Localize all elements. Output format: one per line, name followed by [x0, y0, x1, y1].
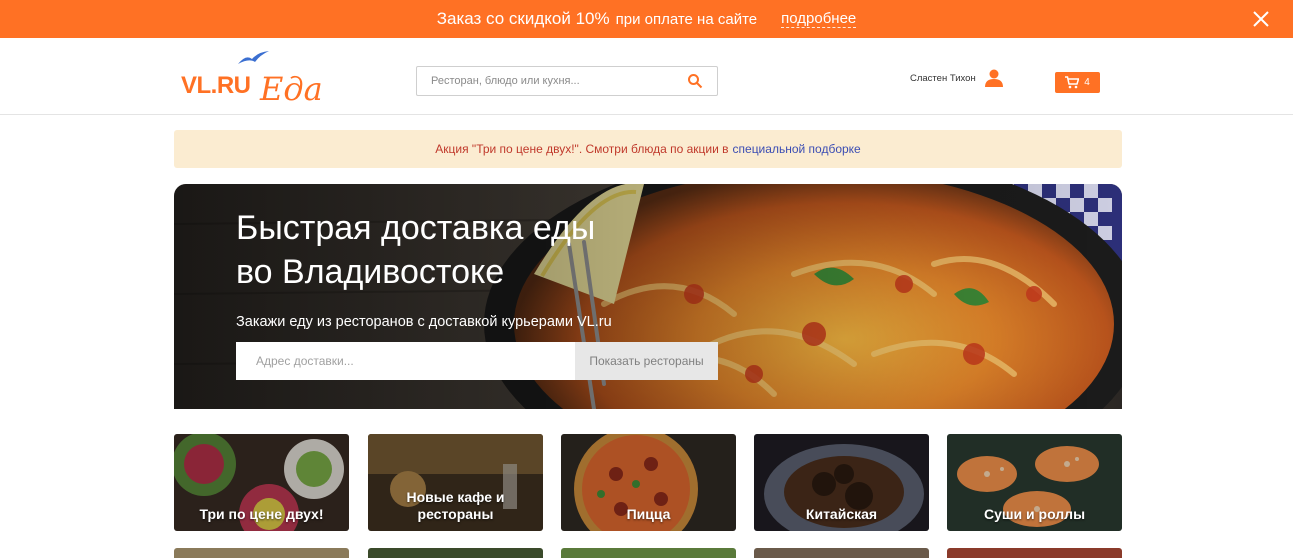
search-icon[interactable]: [687, 73, 703, 89]
logo[interactable]: VL.RU Еда: [181, 50, 323, 108]
category-tiles-row2: [174, 548, 1122, 558]
category-label: Пицца: [626, 506, 671, 522]
category-tile-new-places[interactable]: Новые кафе и рестораны: [368, 434, 543, 531]
promo-main-text: Заказ со скидкой 10%: [436, 9, 610, 28]
category-tile-partial[interactable]: [174, 548, 349, 558]
promo-content: Заказ со скидкой 10% при оплате на сайте…: [0, 0, 1293, 38]
logo-vl-text: VL.RU: [181, 72, 251, 99]
notice-link[interactable]: специальной подборке: [733, 142, 861, 156]
category-tile-pizza[interactable]: Пицца: [561, 434, 736, 531]
cart-count: 4: [1084, 77, 1090, 88]
cart-icon: [1065, 76, 1080, 89]
promo-details-link[interactable]: подробнее: [781, 10, 857, 28]
category-label: Китайская: [805, 506, 878, 522]
promo-notice: Акция "Три по цене двух!". Смотри блюда …: [174, 130, 1122, 168]
category-tiles: Три по цене двух! Новые кафе и рестораны…: [174, 434, 1122, 531]
hero-title-line1: Быстрая доставка еды: [236, 209, 596, 247]
user-name: Сластен Тихон: [910, 72, 976, 84]
category-tile-sushi[interactable]: Суши и роллы: [947, 434, 1122, 531]
hero-subtitle: Закажи еду из ресторанов с доставкой кур…: [236, 314, 612, 330]
hero-banner: Быстрая доставка еды во Владивостоке Зак…: [174, 184, 1122, 409]
notice-text: Акция "Три по цене двух!". Смотри блюда …: [435, 142, 729, 156]
hero-title-line2: во Владивостоке: [236, 253, 505, 291]
bird-icon: [238, 51, 269, 64]
category-label: Суши и роллы: [983, 506, 1086, 522]
category-label: Новые кафе и рестораны: [406, 489, 505, 522]
logo-eda-text: Еда: [260, 70, 323, 108]
category-tile-partial[interactable]: [947, 548, 1122, 558]
address-form: Показать рестораны: [236, 342, 718, 380]
site-header: VL.RU Еда Сластен Тихон 4: [0, 38, 1293, 115]
close-icon[interactable]: [1251, 9, 1271, 29]
hero-title: Быстрая доставка еды во Владивостоке: [236, 206, 716, 294]
category-tile-partial[interactable]: [754, 548, 929, 558]
category-label: Три по цене двух!: [199, 506, 324, 522]
address-input[interactable]: [236, 342, 575, 380]
cart-button[interactable]: 4: [1055, 72, 1100, 93]
category-tile-partial[interactable]: [561, 548, 736, 558]
promo-bar: Заказ со скидкой 10% при оплате на сайте…: [0, 0, 1293, 38]
category-tile-chinese[interactable]: Китайская: [754, 434, 929, 531]
show-restaurants-button[interactable]: Показать рестораны: [575, 342, 718, 380]
search-box: [416, 66, 718, 96]
category-tile-three-for-two[interactable]: Три по цене двух!: [174, 434, 349, 531]
user-icon: [984, 69, 1003, 87]
user-menu[interactable]: Сластен Тихон: [910, 68, 1004, 88]
category-tile-partial[interactable]: [368, 548, 543, 558]
promo-sub-text: при оплате на сайте: [615, 10, 758, 28]
search-input[interactable]: [417, 67, 686, 95]
